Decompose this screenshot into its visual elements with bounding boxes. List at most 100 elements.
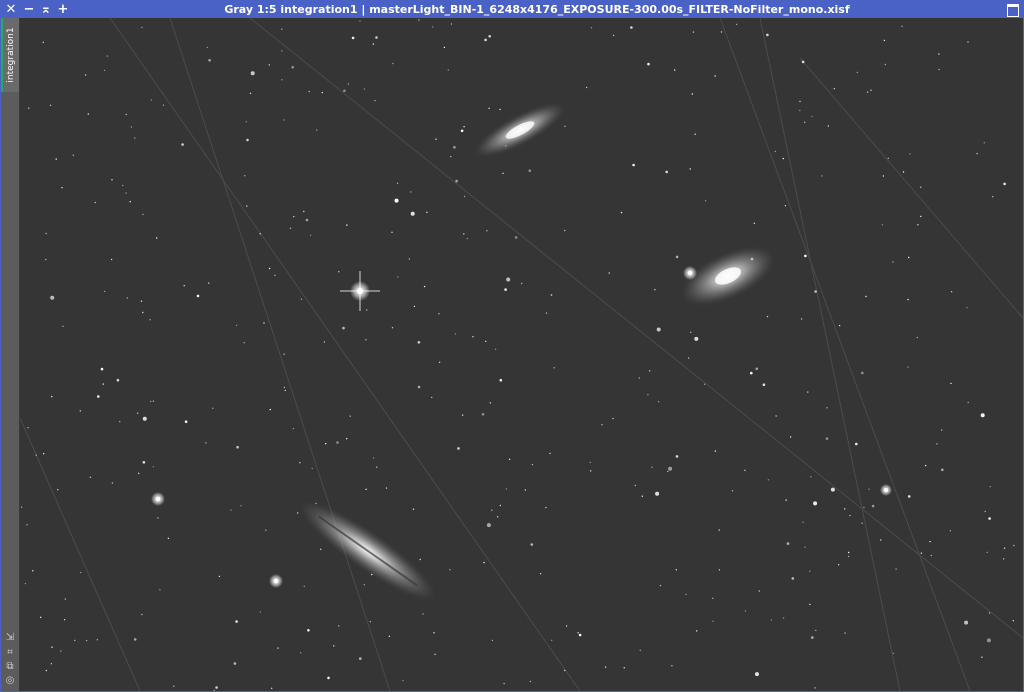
star <box>892 652 895 655</box>
star <box>72 154 74 156</box>
star <box>431 396 433 399</box>
star <box>704 200 707 202</box>
star <box>901 25 903 27</box>
close-button[interactable]: ✕ <box>3 1 19 18</box>
star <box>799 109 801 112</box>
star <box>167 537 170 539</box>
clone-icon[interactable]: ⧉ <box>4 661 16 673</box>
star <box>620 211 623 214</box>
view-tab-integration1[interactable]: integration1 <box>1 18 19 92</box>
star <box>418 19 420 21</box>
star <box>299 462 301 464</box>
shade-button[interactable]: ⌅ <box>38 1 54 18</box>
star <box>811 636 814 639</box>
star <box>142 213 144 216</box>
star <box>844 632 846 634</box>
star <box>494 348 497 350</box>
star <box>486 523 491 528</box>
star <box>784 205 787 207</box>
star <box>714 75 716 77</box>
star <box>28 107 30 109</box>
zoom-button[interactable]: + <box>55 1 71 18</box>
star <box>130 126 133 128</box>
star <box>659 584 662 587</box>
link-icon[interactable]: ⇲ <box>4 632 16 644</box>
star <box>871 504 875 508</box>
star <box>863 506 865 509</box>
star <box>137 412 139 414</box>
image-viewport[interactable] <box>20 18 1023 691</box>
star <box>316 129 318 131</box>
star <box>27 427 29 429</box>
star <box>833 88 835 90</box>
star <box>300 652 302 654</box>
view-sidebar: integration1 ⇲ ⌗ ⧉ ◎ <box>1 18 20 691</box>
star <box>417 385 421 389</box>
star <box>308 90 310 93</box>
star <box>243 342 245 344</box>
star <box>590 470 592 472</box>
star <box>472 336 474 338</box>
star <box>138 472 140 474</box>
star <box>422 613 424 615</box>
star <box>292 427 295 430</box>
star <box>524 489 526 491</box>
star <box>218 575 221 578</box>
star <box>454 333 457 335</box>
star <box>801 60 805 64</box>
star <box>85 639 88 642</box>
star <box>528 169 532 172</box>
star <box>578 633 582 637</box>
fit-icon[interactable]: ⌗ <box>4 647 16 659</box>
star <box>346 438 348 440</box>
star <box>392 62 394 65</box>
star <box>988 517 991 520</box>
star <box>488 35 492 38</box>
maximize-icon[interactable] <box>1007 4 1019 17</box>
star <box>553 367 555 369</box>
star <box>402 679 404 682</box>
star <box>84 74 87 76</box>
star <box>930 554 933 557</box>
star <box>359 20 361 22</box>
settings-icon[interactable]: ◎ <box>4 675 16 687</box>
star <box>372 43 374 45</box>
star <box>438 361 441 363</box>
star <box>245 121 247 123</box>
minimize-button[interactable]: − <box>21 1 37 18</box>
star <box>675 569 677 571</box>
star <box>861 522 863 524</box>
star <box>665 170 668 174</box>
star <box>612 417 614 420</box>
star <box>432 26 434 28</box>
star <box>883 39 886 42</box>
star <box>106 55 109 57</box>
star <box>51 395 53 398</box>
star <box>157 517 159 519</box>
star <box>865 295 867 298</box>
star <box>410 211 415 216</box>
star <box>1012 620 1014 622</box>
star <box>235 620 238 623</box>
star <box>545 312 548 314</box>
star <box>950 382 952 385</box>
star <box>281 28 283 30</box>
star <box>250 71 255 76</box>
star <box>309 234 312 236</box>
star <box>981 656 983 658</box>
star <box>129 201 131 203</box>
star <box>789 436 792 438</box>
star <box>837 564 840 566</box>
star <box>861 371 864 375</box>
star <box>774 150 776 153</box>
title-bar[interactable]: ✕ − ⌅ + Gray 1:5 integration1 | masterLi… <box>1 1 1023 18</box>
star <box>1003 547 1006 549</box>
star <box>668 466 673 471</box>
star <box>249 92 252 95</box>
star <box>102 383 105 385</box>
star <box>365 339 367 341</box>
star <box>96 639 99 641</box>
star <box>156 237 158 239</box>
star <box>630 26 633 29</box>
star <box>983 142 985 144</box>
